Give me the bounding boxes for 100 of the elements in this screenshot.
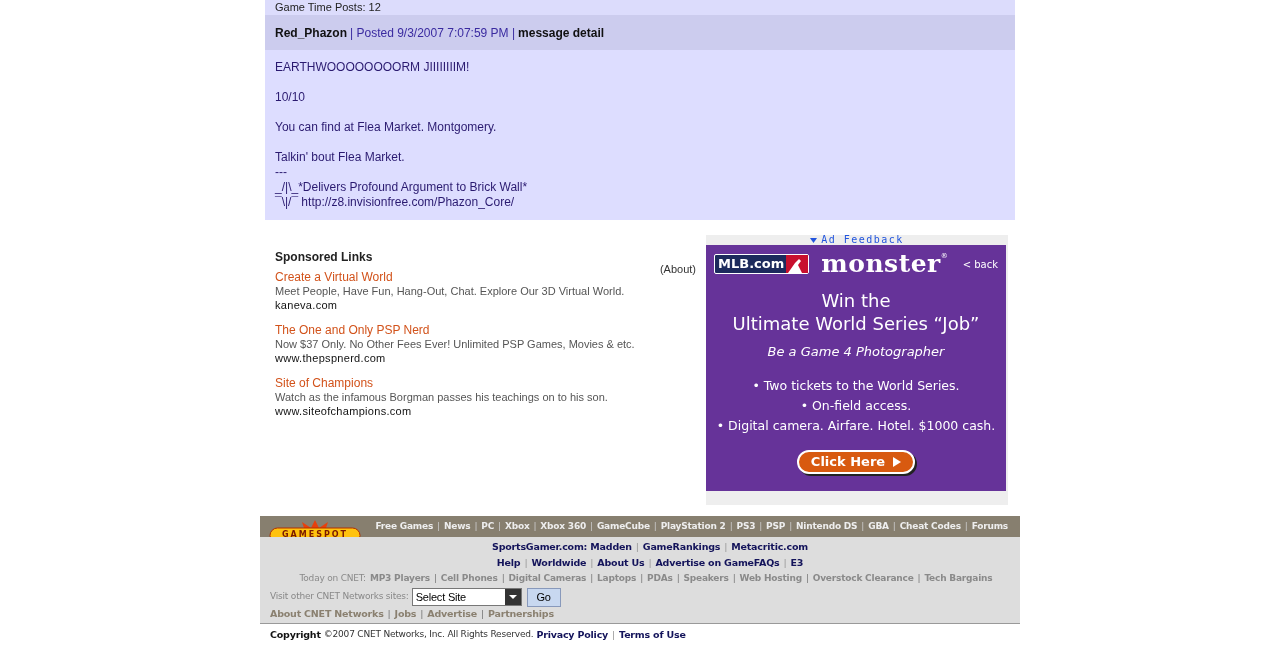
separator: | [433, 572, 437, 586]
footer-link[interactable]: PDAs [647, 572, 673, 586]
separator: | [729, 519, 733, 533]
footer-link[interactable]: Speakers [683, 572, 729, 586]
play-icon [893, 456, 902, 467]
nav-link[interactable]: Xbox [504, 519, 530, 534]
footer-link[interactable]: Metacritic.com [731, 539, 808, 555]
nav-link[interactable]: PSP [766, 519, 786, 534]
separator: | [501, 572, 505, 586]
nav-link[interactable]: Cheat Codes [899, 519, 961, 534]
footer-link[interactable]: Worldwide [531, 555, 587, 571]
post-count: Game Time Posts: 12 [275, 2, 381, 13]
footer-link[interactable]: GameRankings [642, 539, 721, 555]
separator: | [759, 519, 763, 533]
footer-link[interactable]: SportsGamer.com: Madden [492, 539, 632, 555]
separator: | [590, 519, 593, 533]
separator: | [533, 519, 537, 533]
author-link[interactable]: Red_Phazon [275, 23, 347, 42]
nav-link[interactable]: News [443, 519, 471, 534]
separator: | [590, 572, 594, 586]
banner-bullet: • Digital camera. Airfare. Hotel. $1000 cash. [716, 416, 996, 435]
separator: | [590, 555, 594, 570]
nav-link[interactable]: Xbox 360 [540, 519, 587, 534]
banner-headline: Ultimate World Series “Job” [732, 312, 980, 336]
separator: | [783, 555, 787, 570]
separator: | [420, 606, 424, 621]
nav-link[interactable]: Free Games [375, 519, 434, 534]
nav-link[interactable]: GBA [868, 519, 889, 534]
post-text: 10/10 [275, 90, 307, 105]
footer-link[interactable]: MP3 Players [369, 572, 430, 586]
separator: | [498, 519, 501, 533]
go-button[interactable]: Go [526, 587, 561, 607]
nav-link[interactable]: PC [481, 519, 495, 534]
message-detail-link[interactable]: message detail [518, 23, 605, 42]
click-here-button[interactable]: Click Here [796, 449, 916, 474]
ad-url-link[interactable]: www.thepspnerd.com [275, 351, 386, 365]
separator: | [640, 572, 644, 586]
separator: | [648, 555, 652, 570]
ad-description: Meet People, Have Fun, Hang-Out, Chat. Explore Our 3D Virtual World. [275, 284, 625, 298]
footer-link[interactable]: Privacy Policy [536, 627, 609, 643]
footer-link[interactable]: E3 [790, 555, 804, 571]
back-link[interactable]: < back [962, 256, 998, 272]
footer-link[interactable]: Advertise [427, 606, 477, 622]
copyright-label: Copyright [270, 627, 321, 642]
ad-url-link[interactable]: www.siteofchampions.com [275, 404, 412, 418]
ad-url-link[interactable]: kaneva.com [275, 298, 338, 312]
site-select[interactable]: Select Site [411, 588, 522, 606]
separator: | [732, 572, 736, 586]
separator: | [964, 519, 968, 533]
today-label: Today on CNET: [299, 572, 366, 586]
sponsored-title: Sponsored Links [275, 250, 374, 265]
sites-label: Visit other CNET Networks sites: [270, 590, 409, 604]
banner-headline: Win the [821, 290, 891, 312]
footer-link[interactable]: Web Hosting [739, 572, 802, 586]
separator: | [653, 519, 657, 533]
ad-description: Now $37 Only. No Other Fees Ever! Unlimited PSP Games, Movies & etc. [275, 337, 635, 351]
footer-link[interactable]: Digital Cameras [508, 572, 587, 586]
separator: | [789, 519, 792, 533]
separator: | [474, 519, 478, 533]
footer-link[interactable]: Laptops [597, 572, 637, 586]
about-link[interactable]: (About) [659, 261, 696, 278]
nav-link[interactable]: PlayStation 2 [660, 519, 726, 534]
post-date: | Posted 9/3/2007 7:07:59 PM | [350, 24, 516, 42]
banner-bullet: • On-field access. [800, 396, 912, 415]
copyright-text: ©2007 CNET Networks, Inc. All Rights Reserved. [323, 628, 534, 642]
footer-link[interactable]: Overstock Clearance [812, 572, 914, 586]
banner-bullet: • Two tickets to the World Series. [752, 376, 960, 395]
nav-link[interactable]: Forums [971, 519, 1008, 534]
ad-title-link[interactable]: Create a Virtual World [275, 270, 393, 284]
footer-link[interactable]: Jobs [394, 606, 417, 622]
post-text: Talkin' bout Flea Market. [275, 150, 406, 165]
separator: | [524, 555, 528, 570]
footer-link[interactable]: Terms of Use [619, 627, 686, 643]
nav-link[interactable]: Nintendo DS [796, 519, 858, 534]
nav-link[interactable]: PS3 [736, 519, 756, 534]
ad-title-link[interactable]: Site of Champions [275, 376, 374, 390]
footer-link[interactable]: About Us [597, 555, 645, 571]
post-text: You can find at Flea Market. Montgomery. [275, 120, 498, 135]
footer-link[interactable]: About CNET Networks [270, 606, 384, 622]
separator: | [805, 572, 809, 586]
ad-title-link[interactable]: The One and Only PSP Nerd [275, 323, 430, 337]
footer-link[interactable]: Advertise on GameFAQs [655, 555, 780, 571]
footer-link[interactable]: Tech Bargains [924, 572, 993, 586]
footer-link[interactable]: Cell Phones [440, 572, 498, 586]
separator: | [892, 519, 896, 533]
separator: | [917, 572, 921, 586]
separator: | [635, 539, 639, 554]
banner-subhead: Be a Game 4 Photographer [767, 343, 945, 361]
mlb-logo: MLB.com [714, 254, 810, 274]
post-text: EARTHWOOOOOOOORM JIIIIIIIIM! [275, 60, 471, 75]
separator: | [724, 539, 728, 554]
post-text: --- [275, 165, 288, 180]
ad-feedback-link[interactable]: Ad Feedback [821, 235, 904, 245]
separator: | [480, 606, 484, 621]
footer-link[interactable]: Help [496, 555, 521, 571]
separator: | [676, 572, 680, 586]
footer-link[interactable]: Partnerships [487, 606, 554, 622]
separator: | [861, 519, 865, 533]
nav-link[interactable]: GameCube [596, 519, 650, 534]
dropdown-icon [504, 589, 521, 605]
